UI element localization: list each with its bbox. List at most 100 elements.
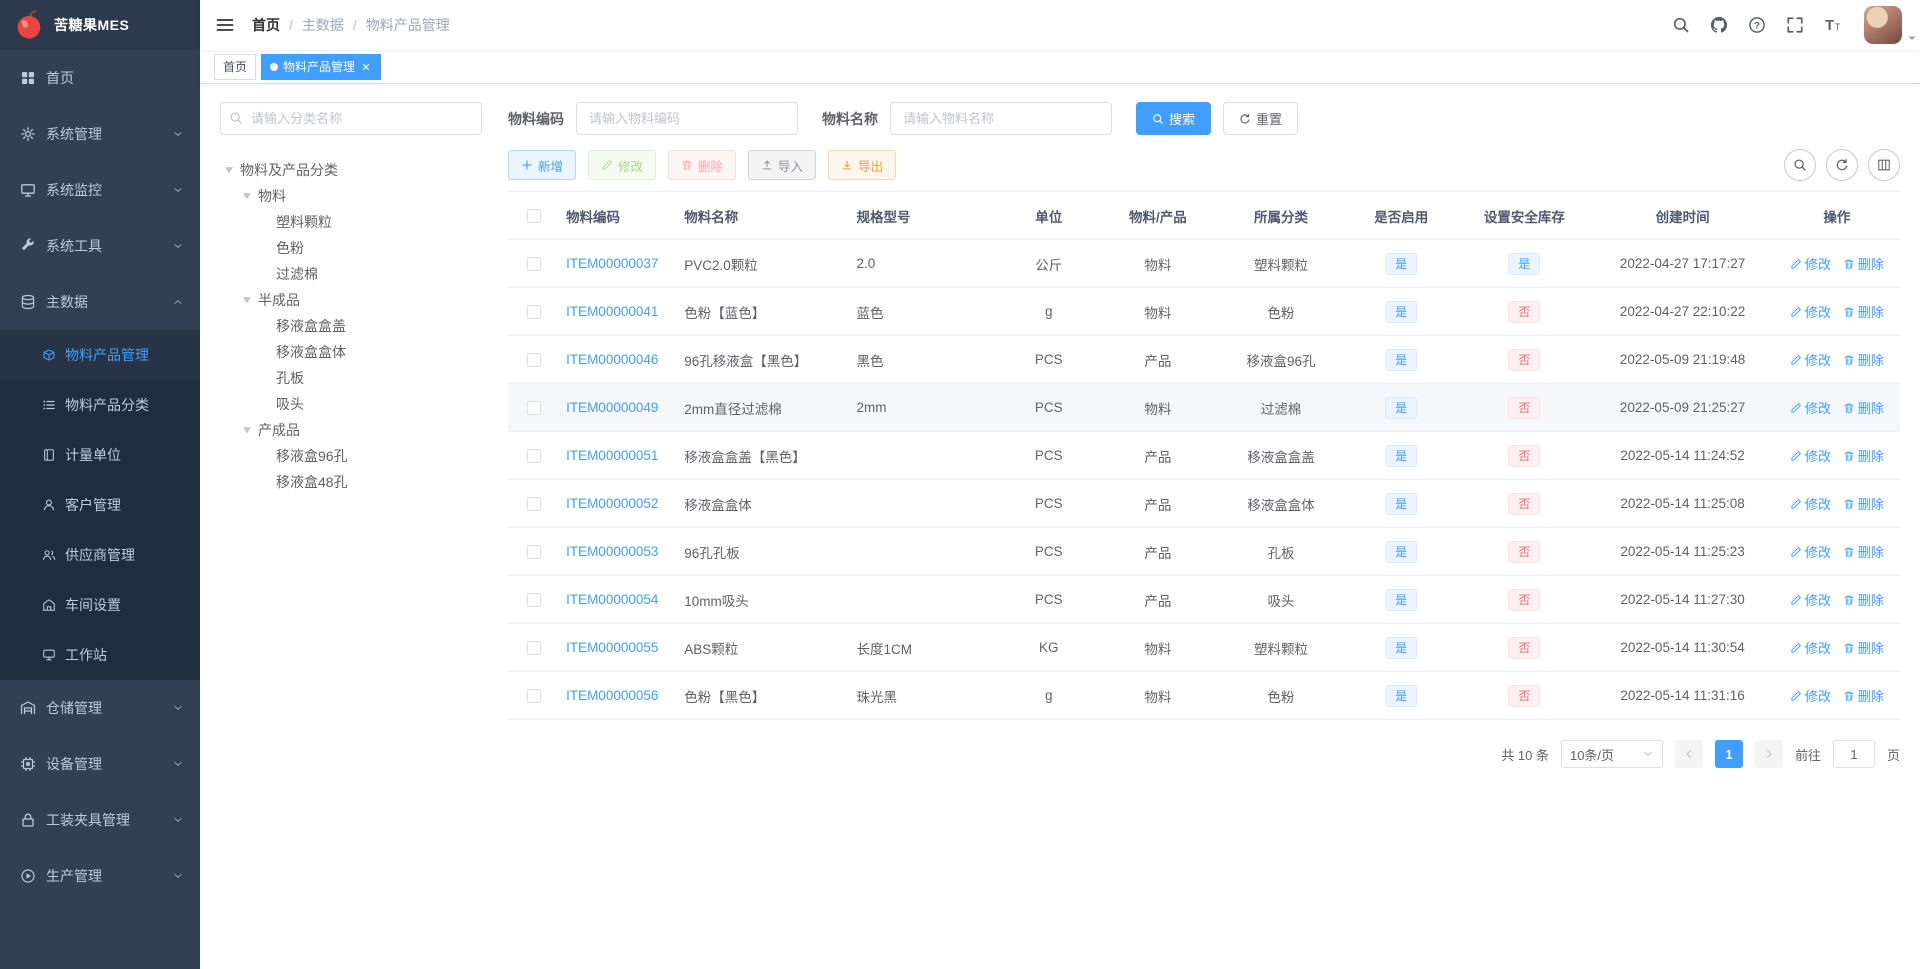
breadcrumb-item[interactable]: 首页 (252, 15, 280, 35)
sidebar-item-home[interactable]: 首页 (0, 50, 200, 106)
help-button[interactable]: ? (1748, 16, 1766, 34)
add-button[interactable]: 新增 (508, 150, 577, 180)
row-delete-link[interactable]: 删除 (1843, 350, 1884, 369)
row-edit-link[interactable]: 修改 (1790, 638, 1831, 657)
row-edit-link[interactable]: 修改 (1790, 494, 1831, 513)
row-delete-link[interactable]: 删除 (1843, 446, 1884, 465)
prev-page-button[interactable] (1674, 740, 1703, 768)
material-code-link[interactable]: ITEM00000046 (566, 352, 658, 367)
breadcrumb-item[interactable]: 物料产品管理 (366, 15, 450, 35)
row-delete-link[interactable]: 删除 (1843, 542, 1884, 561)
font-size-button[interactable]: TT (1824, 16, 1842, 34)
tree-caret-icon[interactable] (220, 162, 238, 178)
fullscreen-button[interactable] (1786, 16, 1804, 34)
tree-node[interactable]: 移液盒盒盖 (220, 313, 482, 339)
row-checkbox[interactable] (527, 641, 542, 656)
material-code-link[interactable]: ITEM00000052 (566, 496, 658, 511)
row-edit-link[interactable]: 修改 (1790, 254, 1831, 273)
row-checkbox[interactable] (527, 689, 542, 704)
row-delete-link[interactable]: 删除 (1843, 686, 1884, 705)
row-checkbox[interactable] (527, 353, 542, 368)
sidebar-item-system-monitoring[interactable]: 系统监控 (0, 162, 200, 218)
row-delete-link[interactable]: 删除 (1843, 638, 1884, 657)
row-checkbox[interactable] (527, 305, 542, 320)
show-search-button[interactable] (1784, 149, 1816, 181)
refresh-table-button[interactable] (1826, 149, 1858, 181)
material-code-link[interactable]: ITEM00000053 (566, 544, 658, 559)
search-button[interactable]: 搜索 (1136, 102, 1212, 135)
next-page-button[interactable] (1754, 740, 1783, 768)
sidebar-item-master-data[interactable]: 主数据 (0, 274, 200, 330)
material-code-link[interactable]: ITEM00000054 (566, 592, 658, 607)
sidebar-subitem-customer-management[interactable]: 客户管理 (0, 480, 200, 530)
tree-caret-icon[interactable] (238, 292, 256, 308)
row-checkbox[interactable] (527, 545, 542, 560)
row-checkbox[interactable] (527, 401, 542, 416)
row-edit-link[interactable]: 修改 (1790, 350, 1831, 369)
tree-node[interactable]: 移液盒盒体 (220, 339, 482, 365)
material-code-link[interactable]: ITEM00000037 (566, 256, 658, 271)
material-code-link[interactable]: ITEM00000056 (566, 688, 658, 703)
sidebar-item-warehouse-management[interactable]: 仓储管理 (0, 680, 200, 736)
row-delete-link[interactable]: 删除 (1843, 302, 1884, 321)
github-button[interactable] (1710, 16, 1728, 34)
header-search-button[interactable] (1672, 16, 1690, 34)
sidebar-item-system-management[interactable]: 系统管理 (0, 106, 200, 162)
tree-node[interactable]: 产成品 (220, 417, 482, 443)
app-logo[interactable]: 苦糖果MES (0, 0, 200, 50)
material-code-link[interactable]: ITEM00000049 (566, 400, 658, 415)
row-edit-link[interactable]: 修改 (1790, 398, 1831, 417)
row-edit-link[interactable]: 修改 (1790, 446, 1831, 465)
row-edit-link[interactable]: 修改 (1790, 686, 1831, 705)
sidebar-subitem-material-product-management[interactable]: 物料产品管理 (0, 330, 200, 380)
sidebar-subitem-workstation[interactable]: 工作站 (0, 630, 200, 680)
sidebar-subitem-supplier-management[interactable]: 供应商管理 (0, 530, 200, 580)
row-edit-link[interactable]: 修改 (1790, 542, 1831, 561)
tree-node[interactable]: 物料及产品分类 (220, 157, 482, 183)
material-code-link[interactable]: ITEM00000055 (566, 640, 658, 655)
row-checkbox[interactable] (527, 257, 542, 272)
tree-caret-icon[interactable] (238, 422, 256, 438)
tree-node[interactable]: 色粉 (220, 235, 482, 261)
tree-node[interactable]: 物料 (220, 183, 482, 209)
edit-button[interactable]: 修改 (588, 150, 657, 180)
row-delete-link[interactable]: 删除 (1843, 494, 1884, 513)
page-size-select[interactable]: 10条/页 (1560, 740, 1663, 768)
row-delete-link[interactable]: 删除 (1843, 590, 1884, 609)
tree-node[interactable]: 移液盒96孔 (220, 443, 482, 469)
category-search-input[interactable] (220, 102, 482, 135)
sidebar-item-system-tools[interactable]: 系统工具 (0, 218, 200, 274)
sidebar-item-fixture-management[interactable]: 工装夹具管理 (0, 792, 200, 848)
material-code-link[interactable]: ITEM00000041 (566, 304, 658, 319)
sidebar-item-production-management[interactable]: 生产管理 (0, 848, 200, 904)
tab-home[interactable]: 首页 (214, 53, 257, 80)
tree-node[interactable]: 移液盒48孔 (220, 469, 482, 495)
row-checkbox[interactable] (527, 593, 542, 608)
material-code-input[interactable] (576, 102, 798, 135)
tree-node[interactable]: 过滤棉 (220, 261, 482, 287)
reset-button[interactable]: 重置 (1223, 102, 1299, 135)
select-all-checkbox[interactable] (527, 209, 542, 224)
avatar[interactable] (1864, 6, 1902, 44)
export-button[interactable]: 导出 (828, 150, 897, 180)
material-name-input[interactable] (890, 102, 1112, 135)
import-button[interactable]: 导入 (748, 150, 817, 180)
goto-page-input[interactable] (1832, 740, 1875, 768)
sidebar-subitem-workshop-settings[interactable]: 车间设置 (0, 580, 200, 630)
row-delete-link[interactable]: 删除 (1843, 254, 1884, 273)
breadcrumb-item[interactable]: 主数据 (302, 15, 344, 35)
sidebar-subitem-material-product-category[interactable]: 物料产品分类 (0, 380, 200, 430)
row-edit-link[interactable]: 修改 (1790, 590, 1831, 609)
sidebar-item-equipment-management[interactable]: 设备管理 (0, 736, 200, 792)
page-1-button[interactable]: 1 (1714, 740, 1743, 768)
material-code-link[interactable]: ITEM00000051 (566, 448, 658, 463)
delete-button[interactable]: 删除 (668, 150, 737, 180)
tab-material-product-management[interactable]: 物料产品管理 (261, 53, 382, 80)
tree-node[interactable]: 塑料颗粒 (220, 209, 482, 235)
hamburger-icon[interactable] (200, 0, 250, 50)
toggle-columns-button[interactable] (1868, 149, 1900, 181)
tree-node[interactable]: 孔板 (220, 365, 482, 391)
tree-caret-icon[interactable] (238, 188, 256, 204)
sidebar-subitem-measure-unit[interactable]: 计量单位 (0, 430, 200, 480)
row-checkbox[interactable] (527, 449, 542, 464)
